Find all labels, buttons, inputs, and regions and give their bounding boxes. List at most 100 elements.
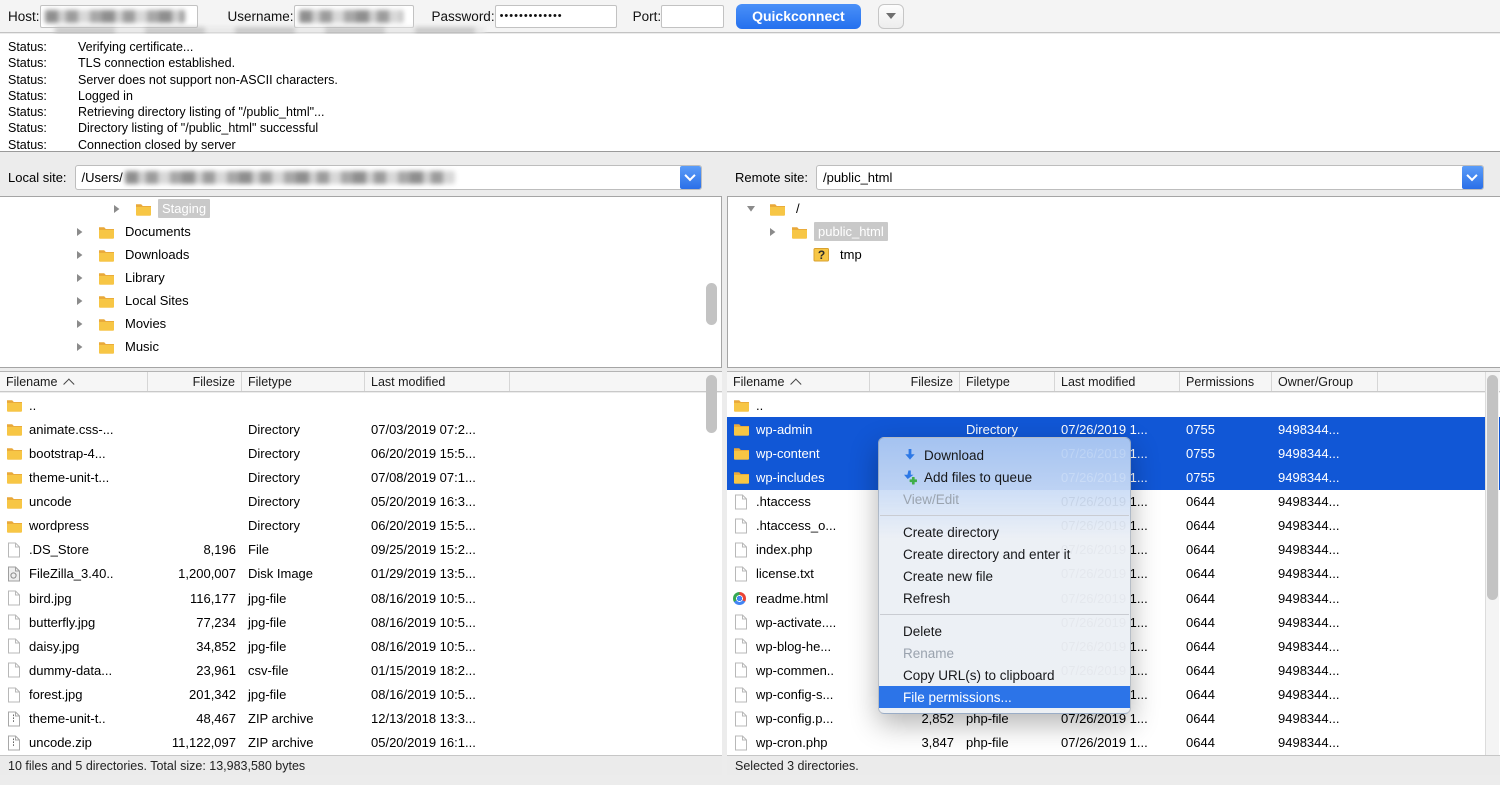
file-cell-modified: 07/08/2019 07:1...: [365, 470, 510, 485]
column-header-filename[interactable]: Filename: [0, 372, 148, 391]
local-site-dropdown-button[interactable]: [680, 166, 701, 189]
file-cell-modified: 01/15/2019 18:2...: [365, 663, 510, 678]
tree-right-arrow-icon[interactable]: [75, 296, 85, 306]
file-row-butterfly-jpg[interactable]: butterfly.jpg77,234jpg-file08/16/2019 10…: [0, 610, 722, 634]
host-input[interactable]: [40, 5, 198, 28]
file-cell-text: 34,852: [196, 639, 236, 654]
column-header-filetype[interactable]: Filetype: [242, 372, 365, 391]
file-row-bootstrap-4[interactable]: bootstrap-4...Directory06/20/2019 15:5..…: [0, 441, 722, 465]
tree-right-arrow-icon[interactable]: [75, 319, 85, 329]
tree-right-arrow-icon[interactable]: [75, 250, 85, 260]
file-cell-name: bird.jpg: [0, 590, 148, 606]
file-icon: [733, 518, 750, 534]
file-row-forest-jpg[interactable]: forest.jpg201,342jpg-file08/16/2019 10:5…: [0, 683, 722, 707]
file-cell-text: Directory: [248, 422, 300, 437]
file-row-bird-jpg[interactable]: bird.jpg116,177jpg-file08/16/2019 10:5..…: [0, 586, 722, 610]
menu-item-create-directory[interactable]: Create directory: [879, 521, 1130, 543]
column-header-filename[interactable]: Filename: [727, 372, 870, 391]
file-cell-text: jpg-file: [248, 639, 286, 654]
column-header-owner-group[interactable]: Owner/Group: [1272, 372, 1378, 391]
menu-item-refresh[interactable]: Refresh: [879, 587, 1130, 609]
tree-down-arrow-icon[interactable]: [746, 204, 756, 213]
file-row-animate-css[interactable]: animate.css-...Directory07/03/2019 07:2.…: [0, 417, 722, 441]
zip-icon: [6, 735, 23, 751]
menu-item-delete[interactable]: Delete: [879, 620, 1130, 642]
file-cell-name: wp-commen..: [727, 662, 870, 678]
file-row-item[interactable]: ..: [0, 393, 722, 417]
file-row-wordpress[interactable]: wordpressDirectory06/20/2019 15:5...: [0, 514, 722, 538]
local-site-path: /Users/: [82, 170, 123, 185]
file-row-daisy-jpg[interactable]: daisy.jpg34,852jpg-file08/16/2019 10:5..…: [0, 634, 722, 658]
file-cell-modified: 08/16/2019 10:5...: [365, 687, 510, 702]
menu-item-add-files-to-queue[interactable]: Add files to queue: [879, 466, 1130, 488]
password-input[interactable]: •••••••••••••: [495, 5, 617, 28]
file-cell-text: 0755: [1186, 470, 1215, 485]
menu-item-file-permissions[interactable]: File permissions...: [879, 686, 1130, 708]
menu-item-download[interactable]: Download: [879, 444, 1130, 466]
remote-site-combo[interactable]: /public_html: [816, 165, 1484, 190]
file-row-wp-cron-php[interactable]: wp-cron.php3,847php-file07/26/2019 1...0…: [727, 731, 1500, 755]
column-header-last-modified[interactable]: Last modified: [365, 372, 510, 391]
file-cell-size: 8,196: [148, 542, 242, 557]
folder-icon: [6, 446, 23, 460]
menu-item-label: File permissions...: [903, 690, 1012, 705]
port-input[interactable]: [661, 5, 724, 28]
column-header-permissions[interactable]: Permissions: [1180, 372, 1272, 391]
local-files-scrollbar[interactable]: [706, 375, 717, 433]
file-cell-text: FileZilla_3.40..: [29, 566, 114, 581]
tree-right-arrow-icon[interactable]: [75, 227, 85, 237]
local-tree-scrollbar[interactable]: [706, 283, 717, 325]
file-row-dummy-data[interactable]: dummy-data...23,961csv-file01/15/2019 18…: [0, 658, 722, 682]
redacted-host-value: [45, 10, 185, 23]
tree-right-arrow-icon[interactable]: [75, 342, 85, 352]
quickconnect-dropdown-button[interactable]: [878, 4, 904, 29]
html-file-icon: [733, 592, 746, 605]
column-header-label: Permissions: [1186, 375, 1254, 389]
tree-item-music[interactable]: Music: [0, 335, 721, 358]
log-message: TLS connection established.: [78, 55, 235, 71]
tree-item-local-sites[interactable]: Local Sites: [0, 289, 721, 312]
file-row-uncode-zip[interactable]: uncode.zip11,122,097ZIP archive05/20/201…: [0, 731, 722, 755]
tree-right-arrow-icon[interactable]: [768, 227, 778, 237]
tree-item-library[interactable]: Library: [0, 266, 721, 289]
file-row-theme-unit-t[interactable]: theme-unit-t...Directory07/08/2019 07:1.…: [0, 465, 722, 489]
file-row-ds-store[interactable]: .DS_Store8,196File09/25/2019 15:2...: [0, 538, 722, 562]
remote-site-dropdown-button[interactable]: [1462, 166, 1483, 189]
remote-files-scrollbar[interactable]: [1487, 375, 1498, 600]
column-header-last-modified[interactable]: Last modified: [1055, 372, 1180, 391]
menu-item-create-directory-and-enter-it[interactable]: Create directory and enter it: [879, 543, 1130, 565]
tree-item-movies[interactable]: Movies: [0, 312, 721, 335]
log-message: Directory listing of "/public_html" succ…: [78, 120, 318, 136]
tree-item-item[interactable]: /: [728, 197, 1500, 220]
tree-right-arrow-icon[interactable]: [75, 273, 85, 283]
tree-item-documents[interactable]: Documents: [0, 220, 721, 243]
folder-icon: [733, 446, 750, 460]
file-row-theme-unit-t[interactable]: theme-unit-t..48,467ZIP archive12/13/201…: [0, 707, 722, 731]
local-site-combo[interactable]: /Users/: [75, 165, 702, 190]
file-cell-text: 116,177: [190, 591, 236, 606]
column-header-filetype[interactable]: Filetype: [960, 372, 1055, 391]
folder-icon: [791, 225, 809, 239]
username-input[interactable]: [294, 5, 414, 28]
file-row-filezilla-3-40[interactable]: FileZilla_3.40..1,200,007Disk Image01/29…: [0, 562, 722, 586]
local-tree-pane: StagingDocumentsDownloadsLibraryLocal Si…: [0, 196, 722, 368]
menu-item-copy-url-s-to-clipboard[interactable]: Copy URL(s) to clipboard: [879, 664, 1130, 686]
menu-item-label: Add files to queue: [924, 470, 1032, 485]
file-cell-size: 3,847: [870, 735, 960, 750]
file-row-item[interactable]: ..: [727, 393, 1500, 417]
column-header-filesize[interactable]: Filesize: [148, 372, 242, 391]
password-label: Password:: [432, 9, 495, 24]
file-cell-text: 05/20/2019 16:3...: [371, 494, 476, 509]
file-cell-owner: 9498344...: [1272, 566, 1378, 581]
quickconnect-button[interactable]: Quickconnect: [736, 4, 861, 29]
menu-item-create-new-file[interactable]: Create new file: [879, 565, 1130, 587]
tree-right-arrow-icon[interactable]: [112, 204, 122, 214]
tree-item-tmp[interactable]: ?tmp: [728, 243, 1500, 266]
tree-item-public-html[interactable]: public_html: [728, 220, 1500, 243]
tree-item-downloads[interactable]: Downloads: [0, 243, 721, 266]
file-row-uncode[interactable]: uncodeDirectory05/20/2019 16:3...: [0, 490, 722, 514]
file-cell-name: bootstrap-4...: [0, 446, 148, 461]
tree-item-staging[interactable]: Staging: [0, 197, 721, 220]
file-cell-text: 9498344...: [1278, 735, 1339, 750]
column-header-filesize[interactable]: Filesize: [870, 372, 960, 391]
